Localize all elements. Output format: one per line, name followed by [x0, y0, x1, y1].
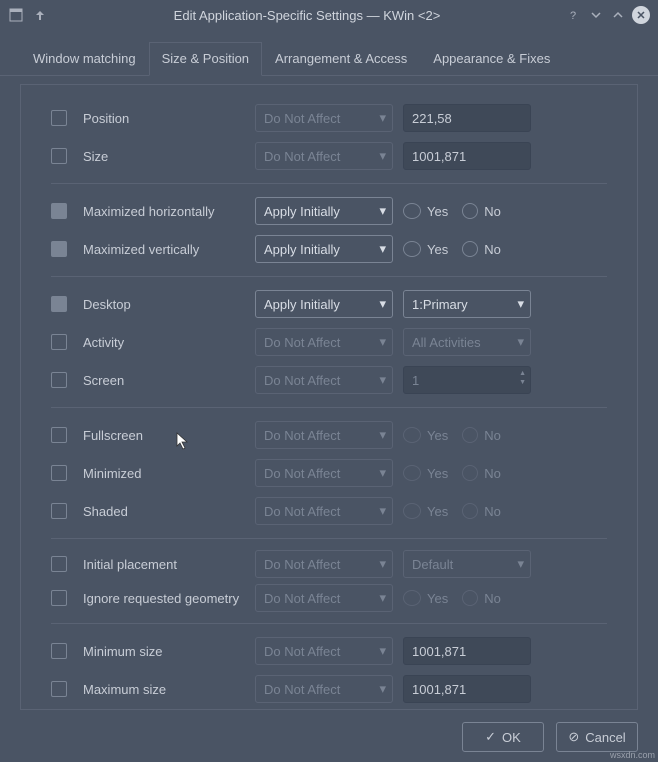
ok-button[interactable]: ✓OK [462, 722, 544, 752]
ignoregeom-rule-select: Do Not Affect▾ [255, 584, 393, 612]
screen-checkbox[interactable] [51, 372, 67, 388]
help-icon[interactable]: ? [566, 7, 582, 23]
maxsize-value[interactable]: 1001,871 [403, 675, 531, 703]
shaded-yes-radio [403, 503, 421, 519]
placement-rule-select: Do Not Affect▾ [255, 550, 393, 578]
position-value[interactable]: 221,58 [403, 104, 531, 132]
size-value[interactable]: 1001,871 [403, 142, 531, 170]
maxh-checkbox[interactable] [51, 203, 67, 219]
cancel-button[interactable]: ⊘Cancel [556, 722, 638, 752]
fullscreen-yes-radio [403, 427, 421, 443]
maxv-checkbox[interactable] [51, 241, 67, 257]
desktop-rule-select[interactable]: Apply Initially▾ [255, 290, 393, 318]
desktop-label: Desktop [77, 297, 245, 312]
activity-checkbox[interactable] [51, 334, 67, 350]
tab-bar: Window matching Size & Position Arrangem… [0, 30, 658, 76]
pin-icon[interactable] [32, 7, 48, 23]
fullscreen-checkbox[interactable] [51, 427, 67, 443]
size-rule-select: Do Not Affect▾ [255, 142, 393, 170]
minimized-rule-select: Do Not Affect▾ [255, 459, 393, 487]
window-title: Edit Application-Specific Settings — KWi… [48, 8, 566, 23]
screen-value-spin: 1▲▼ [403, 366, 531, 394]
minsize-checkbox[interactable] [51, 643, 67, 659]
tab-size-position[interactable]: Size & Position [149, 42, 262, 76]
fullscreen-label: Fullscreen [77, 428, 245, 443]
minsize-value[interactable]: 1001,871 [403, 637, 531, 665]
ignoregeom-label: Ignore requested geometry [77, 591, 245, 606]
desktop-checkbox[interactable] [51, 296, 67, 312]
activity-label: Activity [77, 335, 245, 350]
tab-appearance-fixes[interactable]: Appearance & Fixes [420, 42, 563, 75]
screen-label: Screen [77, 373, 245, 388]
shaded-rule-select: Do Not Affect▾ [255, 497, 393, 525]
fullscreen-no-radio [462, 427, 478, 443]
maxsize-checkbox[interactable] [51, 681, 67, 697]
minimized-label: Minimized [77, 466, 245, 481]
placement-checkbox[interactable] [51, 556, 67, 572]
maxsize-label: Maximum size [77, 682, 245, 697]
maxh-rule-select[interactable]: Apply Initially▾ [255, 197, 393, 225]
maxv-yes-radio[interactable] [403, 241, 421, 257]
maxv-label: Maximized vertically [77, 242, 245, 257]
maxsize-rule-select: Do Not Affect▾ [255, 675, 393, 703]
ignoregeom-yes-radio [403, 590, 421, 606]
shaded-no-radio [462, 503, 478, 519]
fullscreen-rule-select: Do Not Affect▾ [255, 421, 393, 449]
maxv-no-radio[interactable] [462, 241, 478, 257]
minimized-no-radio [462, 465, 478, 481]
placement-label: Initial placement [77, 557, 245, 572]
position-checkbox[interactable] [51, 110, 67, 126]
maxh-label: Maximized horizontally [77, 204, 245, 219]
shaded-label: Shaded [77, 504, 245, 519]
maxh-no-radio[interactable] [462, 203, 478, 219]
minimized-checkbox[interactable] [51, 465, 67, 481]
minimized-yes-radio [403, 465, 421, 481]
maxv-rule-select[interactable]: Apply Initially▾ [255, 235, 393, 263]
settings-panel: Position Do Not Affect▾ 221,58 Size Do N… [20, 84, 638, 710]
ignoregeom-checkbox[interactable] [51, 590, 67, 606]
maxh-yes-radio[interactable] [403, 203, 421, 219]
screen-rule-select: Do Not Affect▾ [255, 366, 393, 394]
close-icon[interactable]: ✕ [632, 6, 650, 24]
minsize-rule-select: Do Not Affect▾ [255, 637, 393, 665]
minimize-icon[interactable] [588, 7, 604, 23]
app-menu-icon[interactable] [8, 7, 24, 23]
maximize-icon[interactable] [610, 7, 626, 23]
size-label: Size [77, 149, 245, 164]
tab-window-matching[interactable]: Window matching [20, 42, 149, 75]
check-icon: ✓ [485, 729, 496, 745]
placement-value-select: Default▾ [403, 550, 531, 578]
size-checkbox[interactable] [51, 148, 67, 164]
cancel-icon: ⊘ [568, 729, 579, 745]
watermark: wsxdn.com [610, 750, 655, 760]
tab-arrangement-access[interactable]: Arrangement & Access [262, 42, 420, 75]
position-rule-select: Do Not Affect▾ [255, 104, 393, 132]
shaded-checkbox[interactable] [51, 503, 67, 519]
minsize-label: Minimum size [77, 644, 245, 659]
desktop-value-select[interactable]: 1:Primary▾ [403, 290, 531, 318]
activity-rule-select: Do Not Affect▾ [255, 328, 393, 356]
titlebar: Edit Application-Specific Settings — KWi… [0, 0, 658, 30]
svg-text:?: ? [570, 10, 576, 21]
position-label: Position [77, 111, 245, 126]
activity-value-select: All Activities▾ [403, 328, 531, 356]
ignoregeom-no-radio [462, 590, 478, 606]
